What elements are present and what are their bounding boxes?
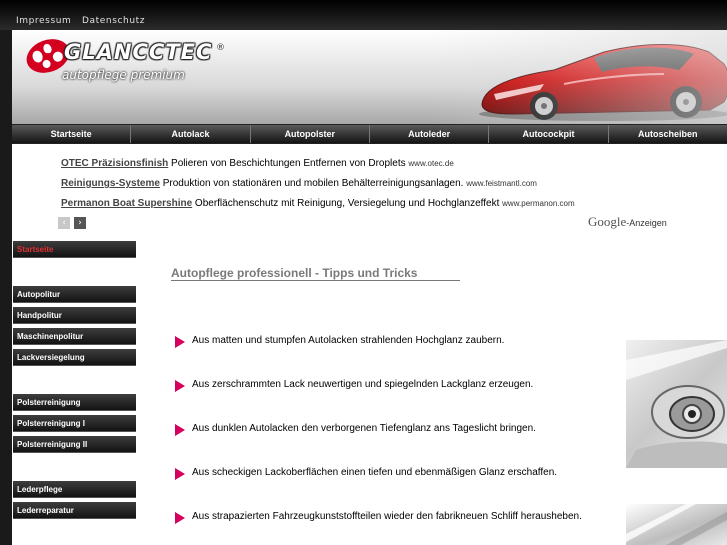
nav-autolack[interactable]: Autolack xyxy=(131,125,251,143)
ad-row: Reinigungs-Systeme Produktion von statio… xyxy=(61,178,537,189)
ad-url[interactable]: www.feistmantl.com xyxy=(466,179,537,188)
bullet-arrow-icon xyxy=(175,336,185,348)
brand-name: GLANCCTEC xyxy=(64,40,213,64)
bullet-text: Aus dunklen Autolacken den verborgenen T… xyxy=(192,423,536,434)
title-underline xyxy=(171,280,460,281)
sidebar-item-startseite[interactable]: Startseite xyxy=(13,241,136,258)
nav-autopolster[interactable]: Autopolster xyxy=(250,125,370,143)
sidebar-item-polsterreinigung[interactable]: Polsterreinigung xyxy=(13,394,136,411)
sidebar-item-polsterreinigung-2[interactable]: Polsterreinigung II xyxy=(13,436,136,453)
page-title: Autopflege professionell - Tipps und Tri… xyxy=(171,266,418,280)
brand-tagline: autopflege premium xyxy=(62,68,185,82)
page: GLANCCTEC ® autopflege premium Startseit… xyxy=(12,30,727,545)
bullet-arrow-icon xyxy=(175,380,185,392)
top-bar: Impressum Datenschutz xyxy=(0,0,727,30)
bullet-text: Aus matten und stumpfen Autolacken strah… xyxy=(192,335,505,346)
ad-text: Produktion von stationären und mobilen B… xyxy=(159,178,467,189)
bullet-text: Aus strapazierten Fahrzeugkunststoffteil… xyxy=(192,511,582,522)
google-ads-label[interactable]: Google-Anzeigen xyxy=(588,214,667,230)
bullet-arrow-icon xyxy=(175,468,185,480)
header-banner: GLANCCTEC ® autopflege premium xyxy=(12,30,727,125)
sidebar-item-lederreparatur[interactable]: Lederreparatur xyxy=(13,502,136,519)
car-detail-image xyxy=(626,504,727,545)
headlight-image xyxy=(626,340,727,468)
nav-startseite[interactable]: Startseite xyxy=(12,125,132,143)
ad-url[interactable]: www.permanon.com xyxy=(502,199,574,208)
sidebar-item-handpolitur[interactable]: Handpolitur xyxy=(13,307,136,324)
registered-mark: ® xyxy=(216,43,225,53)
ad-prev-button[interactable]: ‹ xyxy=(58,217,70,229)
bullet-text: Aus zerschrammten Lack neuwertigen und s… xyxy=(192,379,534,390)
ad-title-link[interactable]: Permanon Boat Supershine xyxy=(61,198,192,209)
ad-row: OTEC Präzisionsfinish Polieren von Besch… xyxy=(61,158,454,169)
bullet-text: Aus scheckigen Lackoberflächen einen tie… xyxy=(192,467,558,478)
ad-row: Permanon Boat Supershine Oberflächenschu… xyxy=(61,198,575,209)
google-logo-text: Google xyxy=(588,214,627,229)
main-nav: Startseite Autolack Autopolster Autolede… xyxy=(12,124,727,144)
bullet-arrow-icon xyxy=(175,424,185,436)
ad-text: Oberflächenschutz mit Reinigung, Versieg… xyxy=(192,198,503,209)
nav-autocockpit[interactable]: Autocockpit xyxy=(489,125,609,143)
sidebar-item-maschinenpolitur[interactable]: Maschinenpolitur xyxy=(13,328,136,345)
google-ads-suffix: -Anzeigen xyxy=(626,218,667,228)
impressum-link[interactable]: Impressum xyxy=(16,16,71,26)
sidebar-item-lackversiegelung[interactable]: Lackversiegelung xyxy=(13,349,136,366)
ad-text: Polieren von Beschichtungen Entfernen vo… xyxy=(168,158,409,169)
bullet-arrow-icon xyxy=(175,512,185,524)
nav-autoleder[interactable]: Autoleder xyxy=(369,125,490,143)
nav-autoscheiben[interactable]: Autoscheiben xyxy=(608,125,727,143)
ad-title-link[interactable]: Reinigungs-Systeme xyxy=(61,178,160,189)
sidebar-item-autopolitur[interactable]: Autopolitur xyxy=(13,286,136,303)
ad-title-link[interactable]: OTEC Präzisionsfinish xyxy=(61,158,168,169)
ad-url[interactable]: www.otec.de xyxy=(408,159,453,168)
ad-next-button[interactable]: › xyxy=(74,217,86,229)
sidebar-item-lederpflege[interactable]: Lederpflege xyxy=(13,481,136,498)
sidebar-item-polsterreinigung-1[interactable]: Polsterreinigung I xyxy=(13,415,136,432)
datenschutz-link[interactable]: Datenschutz xyxy=(82,16,145,26)
red-sportscar-image xyxy=(479,44,727,121)
